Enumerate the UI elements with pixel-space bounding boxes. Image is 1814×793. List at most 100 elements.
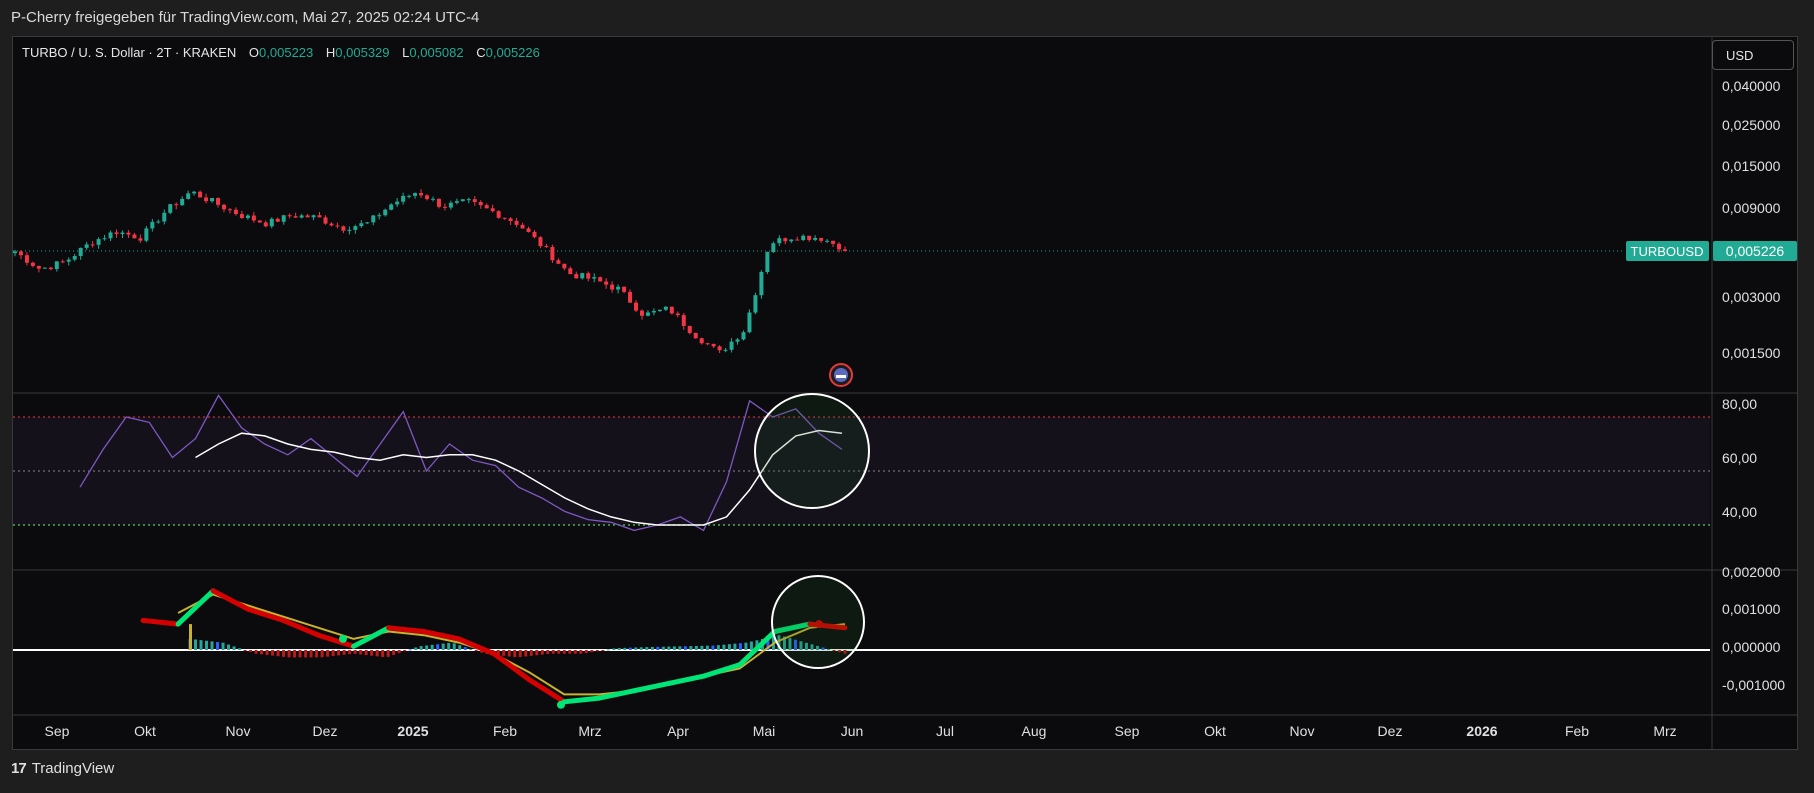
macd-histogram-bar (744, 642, 748, 650)
close-value: 0,005226 (485, 45, 540, 60)
macd-histogram-bar (700, 645, 704, 650)
us-flag-icon (836, 375, 846, 378)
candle-body (651, 310, 656, 313)
footer-brand-text: TradingView (31, 760, 115, 777)
macd-histogram-bar (331, 650, 335, 657)
macd-histogram-bar (397, 650, 401, 654)
currency-button[interactable]: USD (1712, 40, 1794, 70)
candle-body (102, 238, 107, 240)
candle-body (645, 312, 650, 316)
symbol-legend: TURBO / U. S. Dollar · 2T · KRAKEN O0,00… (22, 45, 540, 60)
time-axis-tick-label: Jun (841, 723, 864, 739)
candle-body (311, 215, 316, 218)
macd-histogram-bar (474, 650, 478, 651)
time-axis-tick-label: Aug (1022, 723, 1047, 739)
candle-body (221, 204, 226, 210)
macd-histogram-bar (716, 645, 720, 650)
macd-histogram-bar (441, 643, 445, 650)
macd-histogram-bar (617, 648, 621, 650)
macd-histogram-bar (628, 647, 632, 650)
candle-body (496, 211, 501, 218)
candle-body (18, 251, 23, 256)
candle-body (478, 201, 483, 206)
candle-body (419, 193, 424, 196)
time-axis-tick-label: Sep (45, 723, 70, 739)
macd-histogram-bar (694, 645, 698, 650)
candle-body (84, 244, 89, 248)
candle-body (520, 224, 525, 229)
macd-histogram-bar (738, 643, 742, 650)
macd-axis-tick-label: -0,001000 (1722, 677, 1785, 693)
macd-histogram-bar (749, 641, 753, 650)
candle-body (174, 204, 179, 206)
macd-histogram-bar (293, 650, 297, 658)
time-axis-tick-label: Mrz (1653, 723, 1676, 739)
candle-body (526, 228, 531, 232)
macd-histogram-bar (298, 650, 302, 658)
rsi-axis-tick-label: 40,00 (1722, 504, 1757, 520)
time-axis-tick-label: Nov (1290, 723, 1315, 739)
candle-body (819, 237, 824, 241)
price-axis-tick-label: 0,009000 (1722, 200, 1781, 216)
close-label: C (476, 45, 486, 60)
macd-histogram-bar (216, 642, 220, 650)
candle-body (210, 198, 215, 202)
candle-body (239, 214, 244, 219)
time-axis-tick-label: Feb (1565, 723, 1589, 739)
macd-histogram-bar (727, 644, 731, 650)
macd-histogram-bar (672, 646, 676, 650)
candle-body (90, 244, 95, 246)
candle-body (389, 204, 394, 210)
candle-body (359, 223, 364, 227)
footer-brand: 17 TradingView (11, 760, 114, 777)
macd-histogram-bar (436, 644, 440, 650)
candle-body (807, 235, 812, 240)
macd-histogram-bar (205, 640, 209, 650)
symbol-title: TURBO / U. S. Dollar · 2T · KRAKEN (22, 45, 237, 60)
candle-body (454, 201, 459, 203)
candle-body (556, 260, 561, 264)
candle-body (138, 238, 143, 241)
macd-histogram-bar (645, 647, 649, 650)
price-axis-tick-label: 0,003000 (1722, 289, 1781, 305)
macd-histogram-bar (309, 650, 313, 658)
macd-histogram-bar (634, 647, 638, 650)
macd-histogram-bar (342, 650, 346, 655)
candle-body (425, 195, 430, 200)
macd-axis-tick-label: 0,000000 (1722, 639, 1781, 655)
macd-histogram-bar (661, 646, 665, 650)
macd-line-segment (210, 588, 251, 612)
macd-histogram-bar (463, 647, 467, 650)
candle-body (622, 286, 627, 292)
macd-histogram-bar (238, 648, 242, 650)
candle-body (317, 215, 322, 218)
candle-body (162, 212, 167, 222)
candle-body (580, 273, 585, 279)
time-axis-tick-label: Apr (667, 723, 689, 739)
macd-histogram-bar (408, 649, 412, 651)
macd-histogram-bar (265, 650, 269, 656)
candle-body (562, 263, 567, 269)
time-axis-tick-label: Dez (313, 723, 338, 739)
candle-body (24, 255, 29, 263)
candle-body (639, 310, 644, 316)
candles-group (13, 189, 847, 353)
macd-histogram-bar (425, 645, 429, 650)
candle-body (377, 215, 382, 217)
candle-body (132, 234, 137, 239)
candle-body (126, 232, 131, 235)
macd-histogram-bar (612, 648, 616, 650)
macd-histogram-bar (276, 650, 280, 657)
chart-canvas[interactable]: 0,040000 0,025000 0,015000 0,009000 0,003000… (0, 0, 1814, 793)
macd-histogram-bar (513, 650, 517, 658)
low-value: 0,005082 (409, 45, 464, 60)
candle-body (472, 199, 477, 202)
candle-body (843, 249, 847, 251)
macd-histogram-bar (507, 650, 511, 657)
macd-histogram-bar (656, 646, 660, 650)
macd-histogram-bar (287, 650, 291, 658)
candle-body (604, 281, 609, 285)
candle-body (532, 231, 537, 238)
candle-body (729, 341, 734, 350)
candle-body (263, 222, 268, 227)
